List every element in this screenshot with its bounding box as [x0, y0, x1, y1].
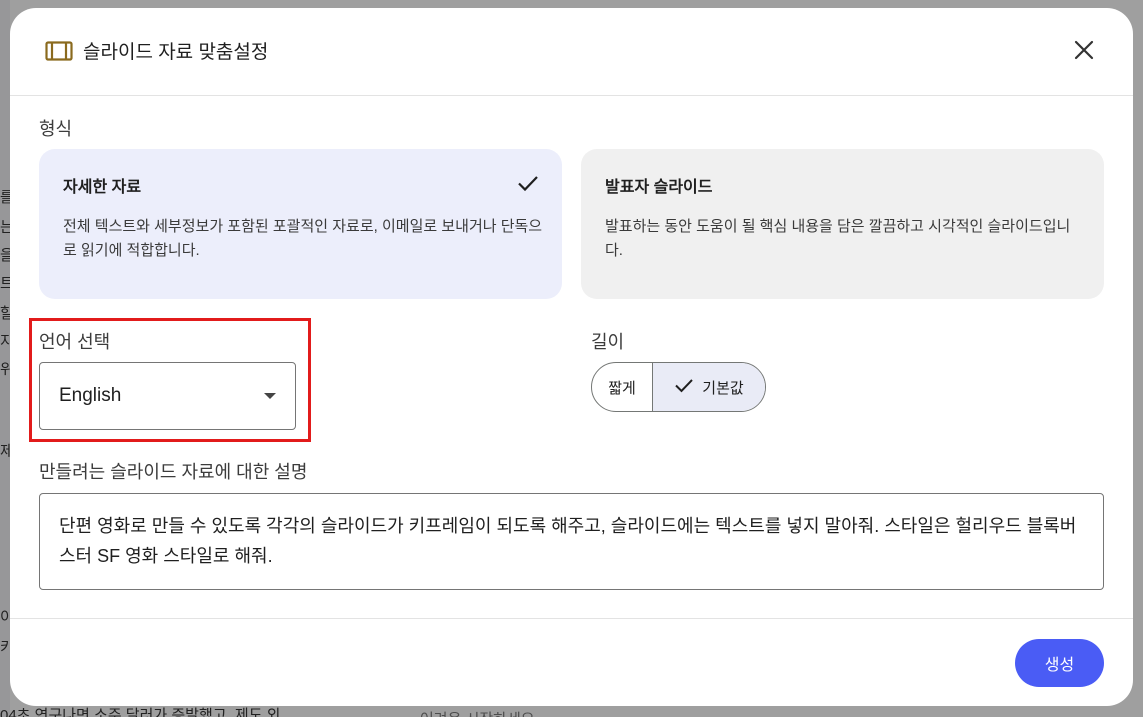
slides-icon	[45, 41, 73, 61]
length-option-default[interactable]: 기본값	[653, 363, 765, 411]
dialog-title: 슬라이드 자료 맞춤설정	[83, 42, 269, 63]
dropdown-arrow-icon	[264, 393, 276, 399]
length-option-short[interactable]: 짧게	[592, 363, 653, 411]
description-textarea[interactable]: 단편 영화로 만들 수 있도록 각각의 슬라이드가 키프레임이 되도록 해주고,…	[39, 493, 1104, 590]
close-icon	[1074, 40, 1094, 65]
checkmark-icon	[516, 171, 540, 195]
generate-button[interactable]: 생성	[1015, 639, 1104, 687]
length-option-label: 기본값	[702, 379, 744, 397]
format-label: 형식	[39, 119, 73, 139]
dialog-footer	[10, 618, 1133, 706]
format-card-description: 발표하는 동안 도움이 될 핵심 내용을 담은 깔끔하고 시각적인 슬라이드입니…	[605, 218, 1071, 259]
length-segmented-control: 짧게 기본값	[591, 362, 766, 412]
language-selected-value: English	[59, 385, 122, 406]
customize-slides-dialog: 슬라이드 자료 맞춤설정 형식 자세한 자료 전체 텍스트와 세부정보가 포함된…	[10, 8, 1133, 706]
close-button[interactable]	[1067, 35, 1101, 69]
language-label: 언어 선택	[39, 332, 111, 352]
format-card-title: 발표자 슬라이드	[605, 179, 713, 196]
format-card-description: 전체 텍스트와 세부정보가 포함된 포괄적인 자료로, 이메일로 보내거나 단독…	[63, 218, 543, 259]
format-card-title: 자세한 자료	[63, 179, 142, 196]
length-label: 길이	[591, 332, 625, 352]
format-card-detailed[interactable]: 자세한 자료 전체 텍스트와 세부정보가 포함된 포괄적인 자료로, 이메일로 …	[39, 149, 562, 299]
checkmark-icon	[674, 375, 694, 399]
format-card-presenter[interactable]: 발표자 슬라이드 발표하는 동안 도움이 될 핵심 내용을 담은 깔끔하고 시각…	[581, 149, 1104, 299]
description-label: 만들려는 슬라이드 자료에 대한 설명	[39, 462, 308, 482]
language-select[interactable]: English	[39, 362, 296, 430]
dialog-header: 슬라이드 자료 맞춤설정	[10, 8, 1133, 96]
length-option-label: 짧게	[608, 379, 636, 397]
